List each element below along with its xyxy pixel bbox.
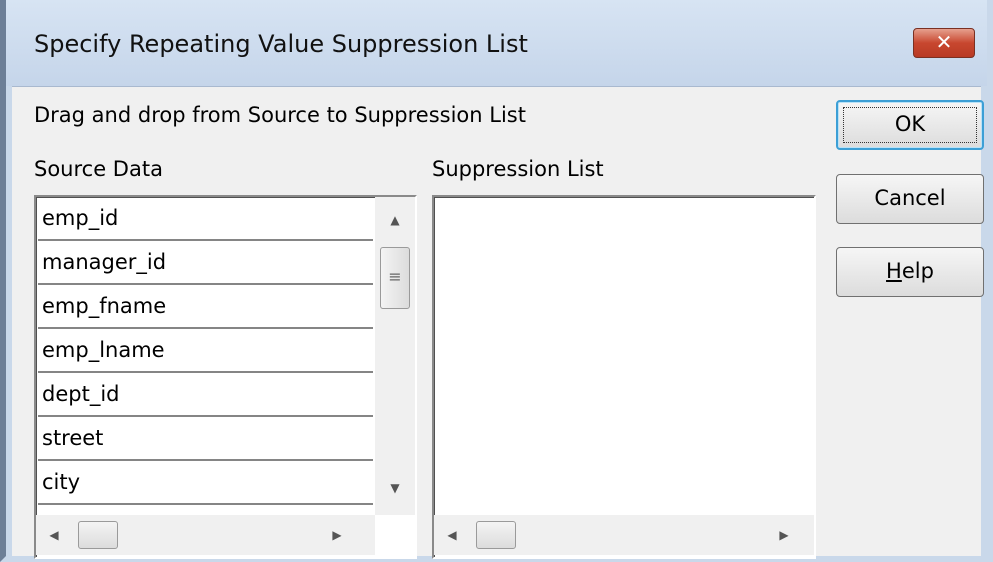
scroll-left-icon[interactable]: ◀ <box>36 515 72 555</box>
cancel-button[interactable]: Cancel <box>836 174 984 224</box>
scroll-down-icon[interactable]: ▼ <box>375 469 415 507</box>
horizontal-scroll-thumb[interactable] <box>78 521 118 549</box>
dialog-body: Drag and drop from Source to Suppression… <box>12 86 984 559</box>
suppression-list-label: Suppression List <box>432 157 604 181</box>
help-button-label: elp <box>901 259 934 283</box>
title-bar[interactable]: Specify Repeating Value Suppression List… <box>6 0 987 86</box>
list-item[interactable]: street <box>38 419 373 461</box>
scroll-right-icon[interactable]: ▶ <box>766 515 802 555</box>
close-button[interactable]: ✕ <box>913 28 975 58</box>
list-item[interactable]: city <box>38 463 373 505</box>
instruction-text: Drag and drop from Source to Suppression… <box>34 103 526 127</box>
list-item[interactable]: dept_id <box>38 375 373 417</box>
source-data-listbox[interactable]: emp_id manager_id emp_fname emp_lname dept_i… <box>34 195 417 559</box>
help-button[interactable]: Help <box>836 247 984 297</box>
source-vertical-scrollbar[interactable]: ▲ ≡ ▼ <box>375 197 415 515</box>
list-item[interactable]: emp_fname <box>38 287 373 329</box>
vertical-scroll-thumb[interactable]: ≡ <box>380 247 410 309</box>
suppression-listbox[interactable]: ◀ ▶ <box>432 195 816 559</box>
cancel-button-label: Cancel <box>874 186 946 210</box>
grip-icon: ≡ <box>388 267 402 286</box>
ok-button[interactable]: OK <box>836 100 984 150</box>
horizontal-scroll-thumb[interactable] <box>476 521 516 549</box>
focus-rect <box>843 107 977 143</box>
dialog-title: Specify Repeating Value Suppression List <box>34 30 528 58</box>
scroll-left-icon[interactable]: ◀ <box>434 515 470 555</box>
scroll-up-icon[interactable]: ▲ <box>375 201 415 239</box>
scroll-right-icon[interactable]: ▶ <box>319 515 355 555</box>
source-data-label: Source Data <box>34 157 163 181</box>
dialog-window: Specify Repeating Value Suppression List… <box>0 0 993 562</box>
suppression-horizontal-scrollbar[interactable]: ◀ ▶ <box>434 515 814 555</box>
list-item[interactable]: emp_lname <box>38 331 373 373</box>
close-icon: ✕ <box>935 30 953 54</box>
list-item[interactable]: emp_id <box>38 199 373 241</box>
list-item[interactable]: manager_id <box>38 243 373 285</box>
source-horizontal-scrollbar[interactable]: ◀ ▶ <box>36 515 375 555</box>
help-mnemonic: H <box>886 259 902 283</box>
